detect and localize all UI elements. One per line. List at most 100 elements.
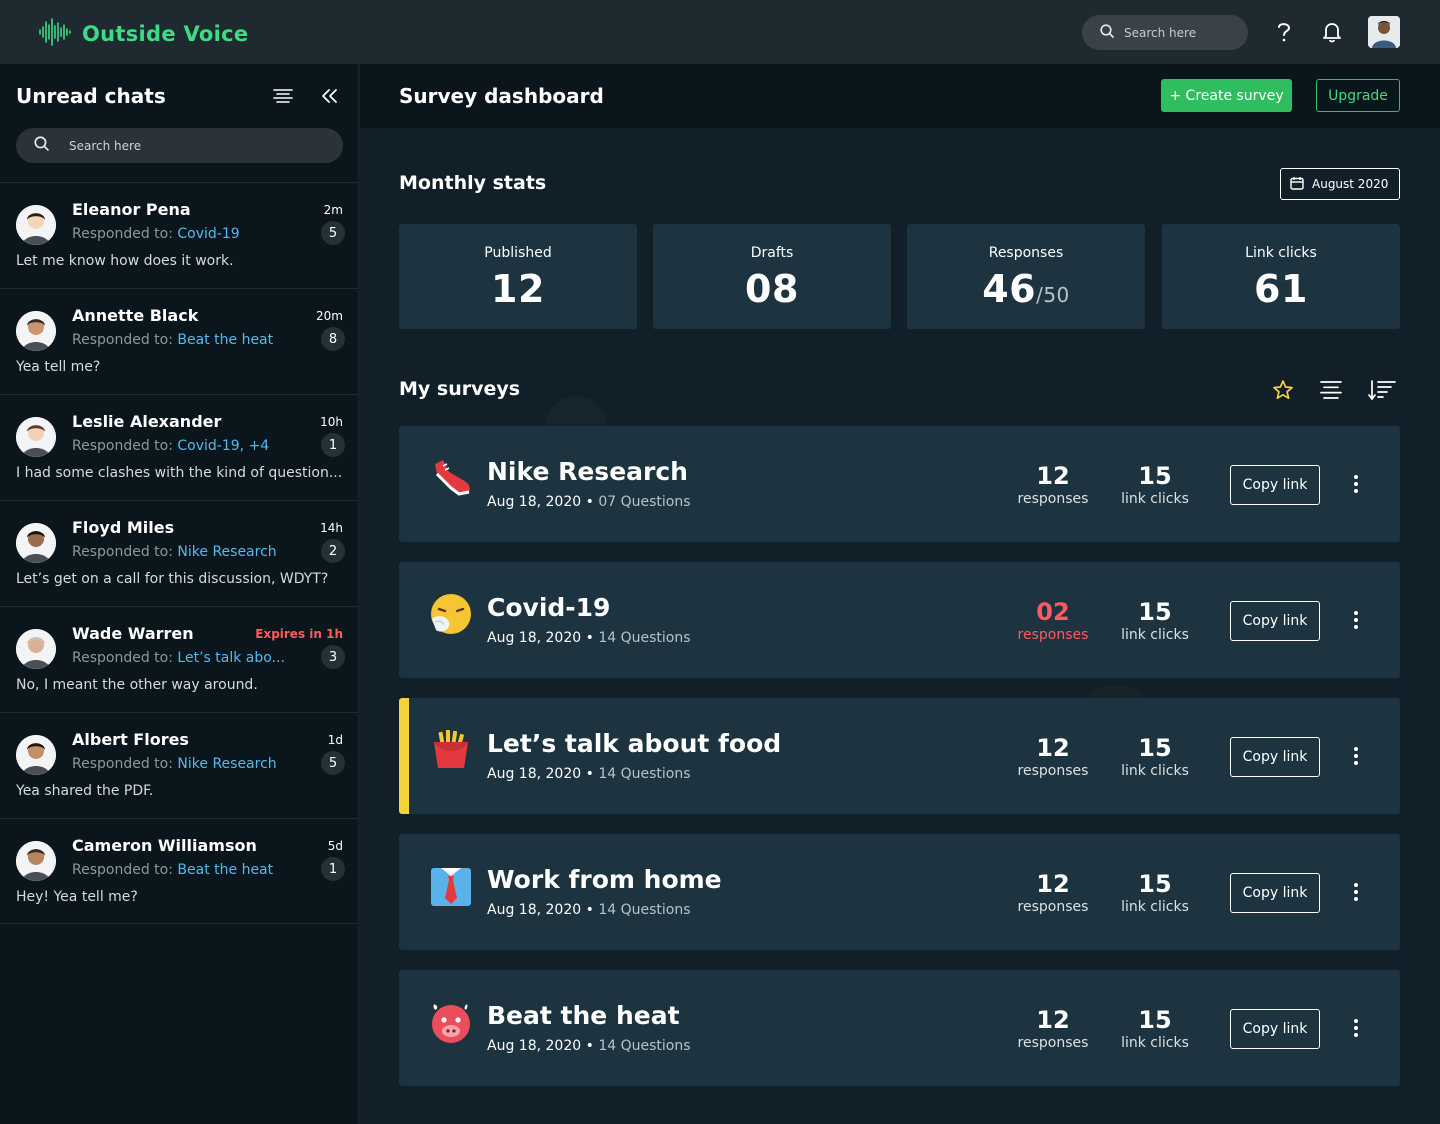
align-center-icon[interactable] — [1317, 376, 1345, 404]
chat-item[interactable]: Eleanor Pena 2m Responded to: Covid-19 5… — [0, 182, 359, 288]
chat-item[interactable]: Annette Black 20m Responded to: Beat the… — [0, 288, 359, 394]
chat-time: 14h — [320, 521, 343, 535]
collapse-double-chevron-icon[interactable] — [318, 84, 342, 108]
user-avatar[interactable] — [1368, 16, 1400, 48]
chat-last-message: Let’s get on a call for this discussion,… — [16, 571, 329, 587]
survey-link-clicks: 15 link clicks — [1100, 734, 1210, 779]
survey-card[interactable]: Nike Research Aug 18, 2020 • 07 Question… — [399, 426, 1400, 542]
link-clicks-label: link clicks — [1121, 627, 1189, 643]
more-options-icon[interactable] — [1345, 744, 1367, 768]
brand[interactable]: Outside Voice — [38, 16, 248, 52]
dashboard-main: Survey dashboard + Create survey Upgrade… — [360, 64, 1440, 1124]
sort-icon[interactable] — [1368, 376, 1396, 404]
shirt-tie-icon — [429, 864, 473, 908]
responses-label: responses — [1017, 1035, 1089, 1051]
survey-link-clicks: 15 link clicks — [1100, 870, 1210, 915]
survey-card[interactable]: Beat the heat Aug 18, 2020 • 14 Question… — [399, 970, 1400, 1086]
chat-avatar — [16, 417, 56, 457]
chat-time: 2m — [323, 203, 343, 217]
survey-link-clicks: 15 link clicks — [1100, 598, 1210, 643]
chat-item[interactable]: Floyd Miles 14h Responded to: Nike Resea… — [0, 500, 359, 606]
chat-avatar — [16, 311, 56, 351]
survey-card[interactable]: Covid-19 Aug 18, 2020 • 14 Questions 02 … — [399, 562, 1400, 678]
link-clicks-count: 15 — [1138, 598, 1172, 626]
chat-topic-link[interactable]: Covid-19, +4 — [177, 438, 269, 454]
chat-avatar — [16, 629, 56, 669]
copy-link-button[interactable]: Copy link — [1230, 601, 1320, 641]
chat-topic-link[interactable]: Beat the heat — [177, 862, 273, 878]
stat-value: 46/50 — [982, 267, 1070, 311]
help-icon[interactable] — [1270, 18, 1298, 46]
chat-search-input[interactable]: Search here — [16, 128, 343, 163]
chat-item[interactable]: Cameron Williamson 5d Responded to: Beat… — [0, 818, 359, 924]
stat-label: Drafts — [750, 245, 794, 261]
top-search-input[interactable]: Search here — [1082, 15, 1248, 50]
more-options-icon[interactable] — [1345, 880, 1367, 904]
survey-title: Beat the heat — [487, 1001, 680, 1030]
chat-avatar — [16, 523, 56, 563]
survey-card[interactable]: Work from home Aug 18, 2020 • 14 Questio… — [399, 834, 1400, 950]
copy-link-button[interactable]: Copy link — [1230, 1009, 1320, 1049]
chat-last-message: Hey! Yea tell me? — [16, 889, 138, 905]
chat-topic-link[interactable]: Let’s talk abo... — [177, 650, 285, 666]
chat-item[interactable]: Leslie Alexander 10h Responded to: Covid… — [0, 394, 359, 500]
bell-icon[interactable] — [1318, 18, 1346, 46]
chat-item[interactable]: Albert Flores 1d Responded to: Nike Rese… — [0, 712, 359, 818]
page-title: Survey dashboard — [399, 84, 604, 108]
star-icon[interactable] — [1269, 376, 1297, 404]
chat-last-message: I had some clashes with the kind of ques… — [16, 465, 343, 481]
stat-label: Link clicks — [1245, 245, 1317, 261]
dashboard-body: Monthly stats August 2020 Published 12 D… — [360, 128, 1440, 1124]
month-picker[interactable]: August 2020 — [1280, 168, 1400, 200]
unread-count-badge: 5 — [321, 751, 345, 775]
unread-count-badge: 1 — [321, 433, 345, 457]
chat-topic-link[interactable]: Beat the heat — [177, 332, 273, 348]
chat-item[interactable]: Wade Warren Expires in 1h Responded to: … — [0, 606, 359, 712]
chat-responded-to: Responded to: Beat the heat — [72, 332, 274, 348]
unread-count-badge: 5 — [321, 221, 345, 245]
my-surveys-title: My surveys — [399, 378, 521, 400]
stat-drafts: Drafts 08 — [653, 224, 891, 329]
survey-meta: Aug 18, 2020 • 14 Questions — [487, 630, 691, 646]
stat-published: Published 12 — [399, 224, 637, 329]
chat-topic-link[interactable]: Nike Research — [177, 544, 276, 560]
search-icon — [1100, 23, 1114, 42]
upgrade-button[interactable]: Upgrade — [1316, 79, 1400, 112]
month-label: August 2020 — [1312, 177, 1389, 191]
survey-responses: 12 responses — [998, 870, 1108, 915]
survey-meta: Aug 18, 2020 • 14 Questions — [487, 902, 691, 918]
responses-label: responses — [1017, 491, 1089, 507]
filter-lines-icon[interactable] — [271, 84, 295, 108]
survey-link-clicks: 15 link clicks — [1100, 462, 1210, 507]
search-icon — [34, 136, 49, 155]
chat-list: Eleanor Pena 2m Responded to: Covid-19 5… — [0, 182, 359, 924]
chat-topic-link[interactable]: Nike Research — [177, 756, 276, 772]
stat-label: Published — [484, 245, 552, 261]
chat-responded-to: Responded to: Covid-19 — [72, 226, 240, 242]
stat-value: 12 — [491, 267, 545, 311]
copy-link-button[interactable]: Copy link — [1230, 873, 1320, 913]
stat-value-suffix: /50 — [1036, 283, 1070, 307]
survey-title: Covid-19 — [487, 593, 611, 622]
copy-link-button[interactable]: Copy link — [1230, 465, 1320, 505]
more-options-icon[interactable] — [1345, 608, 1367, 632]
chat-name: Cameron Williamson — [72, 836, 257, 855]
chat-name: Floyd Miles — [72, 518, 175, 537]
survey-meta: Aug 18, 2020 • 14 Questions — [487, 766, 691, 782]
stat-value: 08 — [745, 267, 799, 311]
more-options-icon[interactable] — [1345, 1016, 1367, 1040]
create-survey-button[interactable]: + Create survey — [1161, 79, 1292, 112]
survey-card[interactable]: Let’s talk about food Aug 18, 2020 • 14 … — [399, 698, 1400, 814]
more-options-icon[interactable] — [1345, 472, 1367, 496]
survey-title: Let’s talk about food — [487, 729, 782, 758]
chat-responded-to: Responded to: Covid-19, +4 — [72, 438, 270, 454]
unread-count-badge: 3 — [321, 645, 345, 669]
copy-link-button[interactable]: Copy link — [1230, 737, 1320, 777]
link-clicks-count: 15 — [1138, 734, 1172, 762]
survey-responses: 12 responses — [998, 1006, 1108, 1051]
link-clicks-count: 15 — [1138, 462, 1172, 490]
unread-count-badge: 8 — [321, 327, 345, 351]
chat-topic-link[interactable]: Covid-19 — [177, 226, 239, 242]
chat-avatar — [16, 205, 56, 245]
survey-title: Nike Research — [487, 457, 688, 486]
